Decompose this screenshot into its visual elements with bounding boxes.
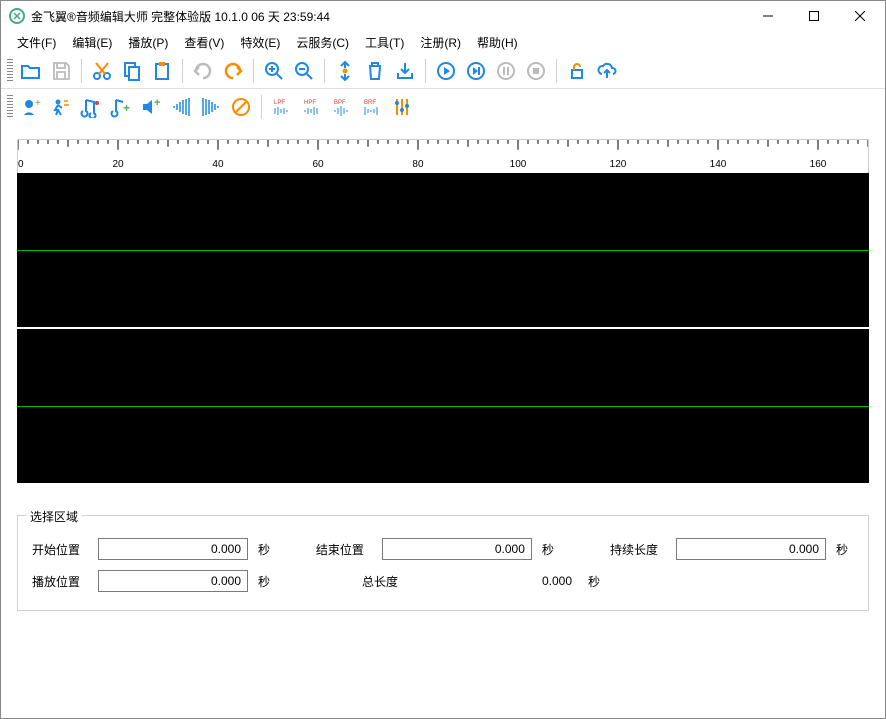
menu-register[interactable]: 注册(R) <box>412 32 469 53</box>
svg-text:+: + <box>123 101 130 115</box>
menu-file[interactable]: 文件(F) <box>9 32 64 53</box>
close-button[interactable] <box>837 1 883 31</box>
app-icon <box>9 8 25 24</box>
svg-text:140: 140 <box>710 159 727 170</box>
svg-text:160: 160 <box>810 159 827 170</box>
play-loop-button[interactable] <box>462 57 490 85</box>
fade-out-button[interactable] <box>197 93 225 121</box>
menu-play[interactable]: 播放(P) <box>120 32 176 53</box>
menu-effects[interactable]: 特效(E) <box>232 32 288 53</box>
toolbar-separator <box>253 59 254 83</box>
pitch-effect-button[interactable] <box>77 93 105 121</box>
unit-label: 秒 <box>258 573 276 590</box>
zoom-in-button[interactable] <box>260 57 288 85</box>
hpf-button[interactable]: HPF <box>298 93 326 121</box>
open-button[interactable] <box>17 57 45 85</box>
unit-label: 秒 <box>258 541 276 558</box>
playpos-input[interactable] <box>98 570 248 592</box>
pause-button[interactable] <box>492 57 520 85</box>
unlock-button[interactable] <box>563 57 591 85</box>
speed-effect-button[interactable] <box>47 93 75 121</box>
toolbar-separator <box>556 59 557 83</box>
end-input[interactable] <box>382 538 532 560</box>
menu-tools[interactable]: 工具(T) <box>357 32 412 53</box>
cloud-upload-button[interactable] <box>593 57 621 85</box>
brf-button[interactable]: BRF <box>358 93 386 121</box>
unit-label: 秒 <box>588 573 606 590</box>
toolbar-grip[interactable] <box>7 95 13 119</box>
toolbar-separator <box>425 59 426 83</box>
duration-input[interactable] <box>676 538 826 560</box>
svg-text:120: 120 <box>610 159 627 170</box>
total-label: 总长度 <box>362 573 418 590</box>
maximize-button[interactable] <box>791 1 837 31</box>
save-button[interactable] <box>47 57 75 85</box>
svg-text:60: 60 <box>312 159 324 170</box>
add-track-button[interactable]: + <box>107 93 135 121</box>
menubar: 文件(F) 编辑(E) 播放(P) 查看(V) 特效(E) 云服务(C) 工具(… <box>1 31 885 53</box>
selection-panel: 选择区域 开始位置 秒 结束位置 秒 持续长度 秒 播放位置 <box>17 515 869 611</box>
svg-text:0: 0 <box>18 159 24 170</box>
cut-button[interactable] <box>88 57 116 85</box>
svg-text:LPF: LPF <box>274 100 285 106</box>
bpf-button[interactable]: BPF <box>328 93 356 121</box>
svg-text:+: + <box>154 97 160 109</box>
waveform-centerline <box>17 406 869 407</box>
menu-help[interactable]: 帮助(H) <box>469 32 526 53</box>
svg-text:BRF: BRF <box>364 100 376 106</box>
volume-effect-button[interactable]: + <box>137 93 165 121</box>
waveform-display[interactable] <box>17 173 869 483</box>
equalizer-button[interactable] <box>388 93 416 121</box>
lpf-button[interactable]: LPF <box>268 93 296 121</box>
effects-toolbar: + + + LPF HPF BPF BRF <box>1 89 885 125</box>
minimize-button[interactable] <box>745 1 791 31</box>
waveform-centerline <box>17 250 869 251</box>
silence-button[interactable] <box>227 93 255 121</box>
fade-in-button[interactable] <box>167 93 195 121</box>
svg-text:40: 40 <box>212 159 224 170</box>
menu-edit[interactable]: 编辑(E) <box>64 32 120 53</box>
start-label: 开始位置 <box>32 541 88 558</box>
paste-button[interactable] <box>148 57 176 85</box>
stop-button[interactable] <box>522 57 550 85</box>
toolbar-grip[interactable] <box>7 59 13 83</box>
svg-text:+: + <box>35 98 41 109</box>
export-button[interactable] <box>391 57 419 85</box>
svg-text:80: 80 <box>412 159 424 170</box>
undo-button[interactable] <box>189 57 217 85</box>
toolbar-separator <box>324 59 325 83</box>
menu-view[interactable]: 查看(V) <box>176 32 232 53</box>
select-all-button[interactable] <box>331 57 359 85</box>
waveform-channel-right[interactable] <box>17 329 869 483</box>
end-label: 结束位置 <box>316 541 372 558</box>
zoom-out-button[interactable] <box>290 57 318 85</box>
window-title: 金飞翼®音频编辑大师 完整体验版 10.1.0 06 天 23:59:44 <box>31 8 745 25</box>
toolbar-separator <box>81 59 82 83</box>
editor-area: 0 20 40 60 80 100 120 140 160 选择区域 开始位置 秒 结束位置 秒… <box>1 125 885 611</box>
svg-text:20: 20 <box>112 159 124 170</box>
copy-button[interactable] <box>118 57 146 85</box>
total-value: 0.000 <box>428 574 578 588</box>
playpos-label: 播放位置 <box>32 573 88 590</box>
redo-button[interactable] <box>219 57 247 85</box>
voice-effect-button[interactable]: + <box>17 93 45 121</box>
unit-label: 秒 <box>836 541 854 558</box>
start-input[interactable] <box>98 538 248 560</box>
svg-text:100: 100 <box>510 159 527 170</box>
menu-cloud[interactable]: 云服务(C) <box>288 32 357 53</box>
waveform-channel-left[interactable] <box>17 173 869 329</box>
main-toolbar <box>1 53 885 89</box>
svg-text:BPF: BPF <box>334 100 346 106</box>
play-button[interactable] <box>432 57 460 85</box>
toolbar-separator <box>182 59 183 83</box>
panel-title: 选择区域 <box>26 508 82 525</box>
time-ruler[interactable]: 0 20 40 60 80 100 120 140 160 <box>17 139 869 173</box>
toolbar-separator <box>261 95 262 119</box>
window-controls <box>745 1 883 31</box>
svg-text:HPF: HPF <box>304 100 316 106</box>
titlebar: 金飞翼®音频编辑大师 完整体验版 10.1.0 06 天 23:59:44 <box>1 1 885 31</box>
duration-label: 持续长度 <box>610 541 666 558</box>
unit-label: 秒 <box>542 541 560 558</box>
delete-button[interactable] <box>361 57 389 85</box>
